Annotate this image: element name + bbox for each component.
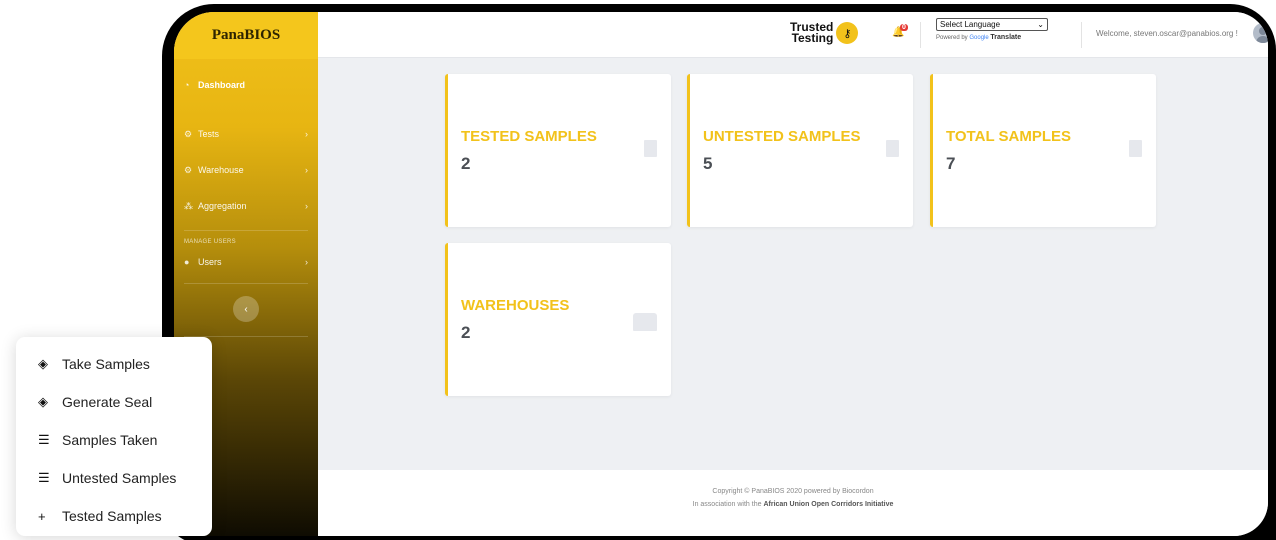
gear-icon: ⚙ bbox=[184, 164, 193, 175]
quick-actions-menu: ◈ Take Samples ◈ Generate Seal ☰ Samples… bbox=[16, 337, 212, 536]
dashboard-icon: ◔ bbox=[184, 80, 190, 90]
language-widget: Select Language ⌄ Powered by Google Tran… bbox=[936, 18, 1048, 41]
menu-item-samples-taken[interactable]: ☰ Samples Taken bbox=[16, 421, 212, 459]
copyright-text: Copyright © PanaBIOS 2020 powered by Bio… bbox=[712, 488, 874, 495]
key-icon: ⚷ bbox=[836, 22, 859, 44]
footer: Copyright © PanaBIOS 2020 powered by Bio… bbox=[318, 470, 1268, 536]
chevron-right-icon: › bbox=[305, 165, 308, 175]
sidebar-item-dashboard[interactable]: ◔ Dashboard bbox=[174, 66, 318, 104]
sidebar-item-label: Dashboard bbox=[198, 80, 246, 90]
avatar[interactable] bbox=[1253, 23, 1268, 43]
sidebar-item-label: Users bbox=[198, 257, 222, 267]
user-icon: ● bbox=[184, 257, 190, 267]
menu-item-label: Untested Samples bbox=[62, 470, 177, 486]
stat-card-total[interactable]: TOTAL SAMPLES 7 bbox=[930, 74, 1156, 227]
sidebar-item-users[interactable]: ● Users › bbox=[174, 247, 318, 277]
sidebar-divider bbox=[184, 283, 308, 284]
stat-card-untested[interactable]: UNTESTED SAMPLES 5 bbox=[687, 74, 913, 227]
menu-item-label: Take Samples bbox=[62, 356, 150, 372]
stat-card-tested[interactable]: TESTED SAMPLES 2 bbox=[445, 74, 671, 227]
list-icon: ☰ bbox=[38, 470, 50, 485]
stat-card-warehouses[interactable]: WAREHOUSES 2 bbox=[445, 243, 671, 396]
menu-item-label: Generate Seal bbox=[62, 394, 153, 410]
sitemap-icon: ⁂ bbox=[184, 200, 193, 211]
sidebar-item-label: Tests bbox=[198, 129, 220, 139]
sidebar-item-warehouse[interactable]: ⚙ Warehouse › bbox=[174, 152, 318, 188]
card-title: TESTED SAMPLES bbox=[461, 128, 597, 145]
association-text: In association with the African Union Op… bbox=[692, 501, 894, 508]
card-value: 2 bbox=[461, 323, 471, 342]
card-title: UNTESTED SAMPLES bbox=[703, 128, 861, 145]
menu-item-take-samples[interactable]: ◈ Take Samples bbox=[16, 345, 212, 383]
association-link[interactable]: African Union Open Corridors Initiative bbox=[763, 501, 893, 508]
logo-line: Testing bbox=[791, 31, 834, 45]
document-icon bbox=[1129, 140, 1142, 157]
sidebar-collapse-button[interactable]: ‹ bbox=[233, 296, 259, 322]
google-translate-credit[interactable]: Powered by Google Translate bbox=[936, 34, 1048, 41]
header-divider bbox=[1081, 22, 1082, 48]
plus-icon: + bbox=[38, 508, 46, 524]
menu-item-tested-samples[interactable]: + Tested Samples bbox=[16, 497, 212, 535]
card-value: 2 bbox=[461, 154, 471, 173]
sidebar-item-aggregation[interactable]: ⁂ Aggregation › bbox=[174, 188, 318, 224]
paint-bucket-icon: ◈ bbox=[38, 356, 48, 371]
welcome-text: Welcome, steven.oscar@panabios.org ! bbox=[1096, 29, 1238, 38]
top-bar: Trusted Testing ⚷ 🔔 0 Select Language ⌄ … bbox=[318, 12, 1268, 58]
brand-logo[interactable]: PanaBIOS bbox=[174, 12, 318, 59]
document-icon bbox=[644, 140, 657, 157]
card-value: 7 bbox=[946, 154, 956, 173]
warehouse-icon bbox=[633, 313, 657, 331]
document-icon bbox=[886, 140, 899, 157]
header-divider bbox=[920, 22, 921, 48]
chevron-left-icon: ‹ bbox=[244, 303, 248, 315]
sidebar-section-label: MANAGE USERS bbox=[184, 239, 236, 245]
list-icon: ☰ bbox=[38, 432, 50, 447]
chevron-down-icon: ⌄ bbox=[1037, 20, 1044, 29]
sidebar-item-label: Warehouse bbox=[198, 165, 244, 175]
chevron-right-icon: › bbox=[305, 201, 308, 211]
gear-icon: ⚙ bbox=[184, 128, 193, 139]
notification-badge: 0 bbox=[900, 24, 908, 31]
card-title: WAREHOUSES bbox=[461, 297, 570, 314]
language-select[interactable]: Select Language ⌄ bbox=[936, 18, 1048, 31]
menu-item-label: Tested Samples bbox=[62, 508, 162, 524]
menu-item-untested-samples[interactable]: ☰ Untested Samples bbox=[16, 459, 212, 497]
app-screen: PanaBIOS ◔ Dashboard ⚙ Tests › ⚙ Warehou… bbox=[174, 12, 1268, 536]
card-title: TOTAL SAMPLES bbox=[946, 128, 1072, 145]
menu-item-label: Samples Taken bbox=[62, 432, 158, 448]
menu-item-generate-seal[interactable]: ◈ Generate Seal bbox=[16, 383, 212, 421]
chevron-right-icon: › bbox=[305, 129, 308, 139]
card-value: 5 bbox=[703, 154, 713, 173]
notifications-button[interactable]: 🔔 0 bbox=[892, 24, 908, 38]
sidebar-item-tests[interactable]: ⚙ Tests › bbox=[174, 116, 318, 152]
trusted-testing-logo[interactable]: Trusted Testing ⚷ bbox=[790, 21, 859, 45]
chevron-right-icon: › bbox=[305, 257, 308, 267]
sidebar-item-label: Aggregation bbox=[198, 201, 247, 211]
paint-bucket-icon: ◈ bbox=[38, 394, 48, 409]
